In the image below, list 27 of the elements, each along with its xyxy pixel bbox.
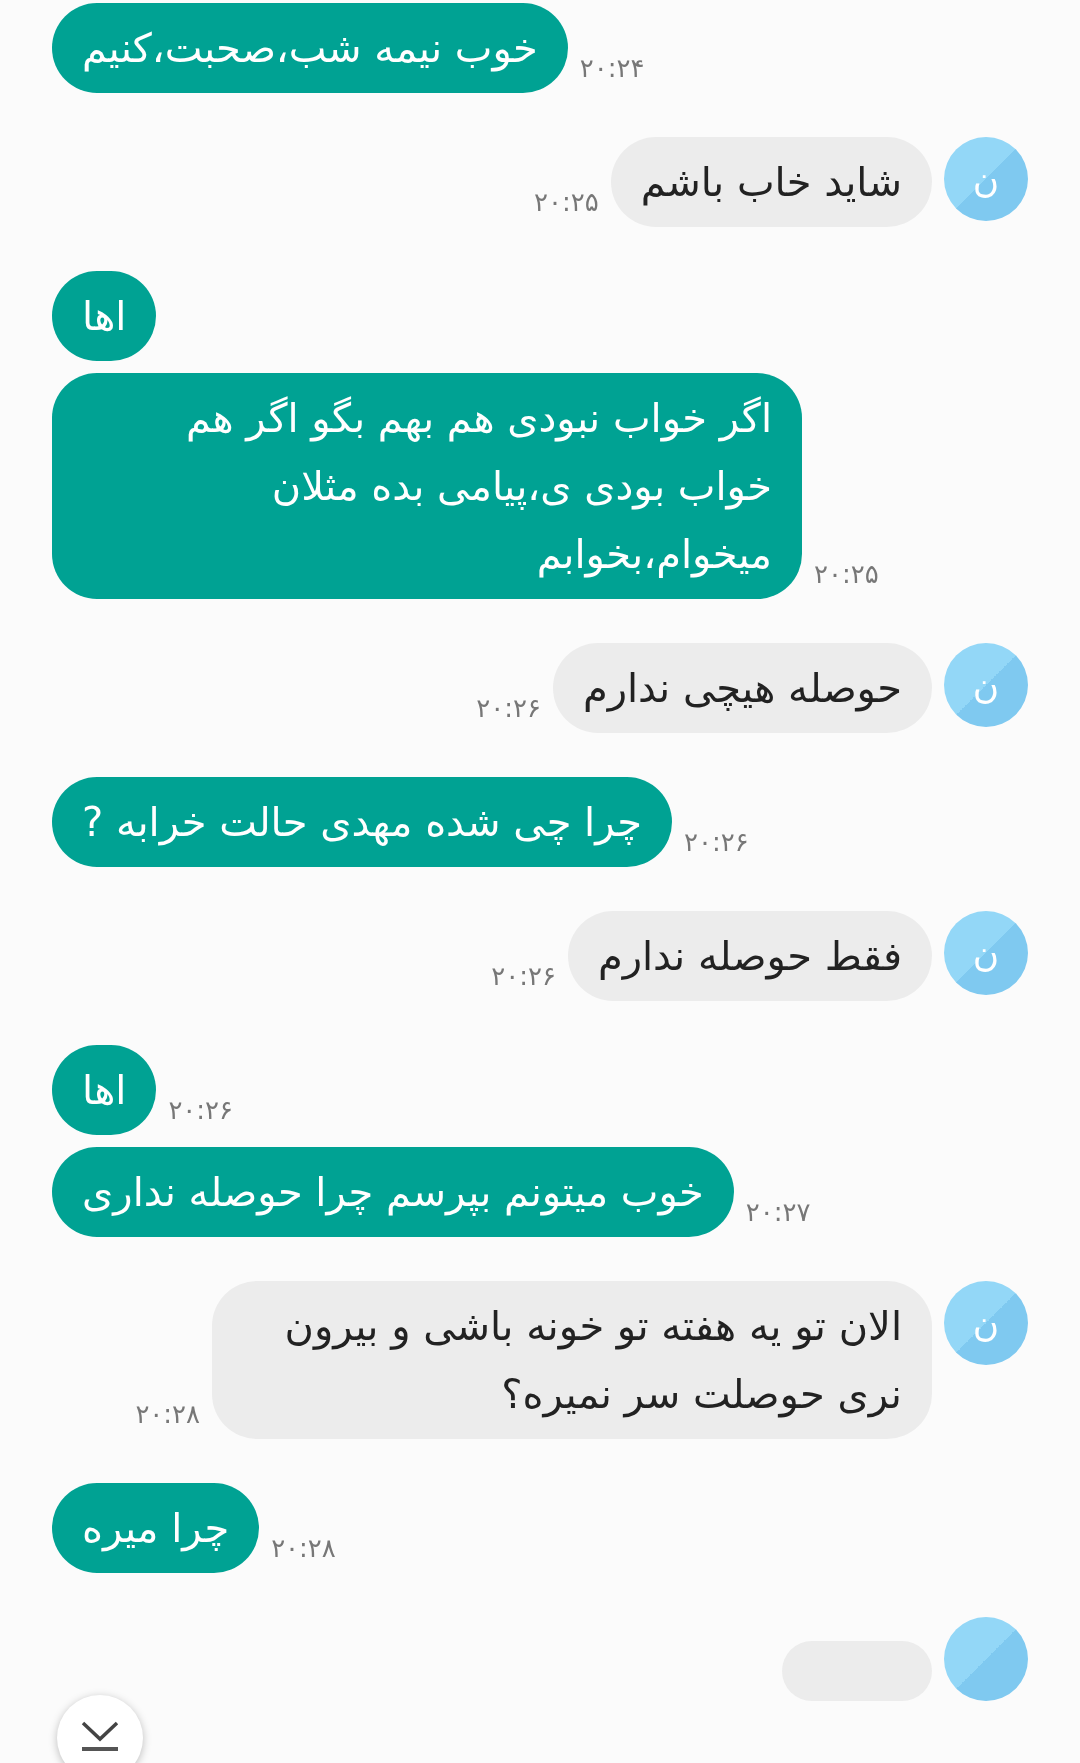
message-time: ۲۰:۲۸ [271,1533,336,1565]
message-time: ۲۰:۲۴ [579,53,645,85]
message-time: ۲۰:۲۶ [684,827,749,859]
message-bubble: خوب نیمه شب،صحبت،کنیم [52,3,568,93]
message-bubble: شاید خاب باشم [610,137,932,227]
message-time: ۲۰:۲۶ [476,693,541,725]
contact-avatar: ن [944,911,1028,995]
message-bubble: اها [52,271,157,361]
contact-avatar: ن [944,137,1028,221]
message-bubble: چرا چی شده مهدی حالت خرابه ? [52,777,672,867]
message-bubble: چرا میره [52,1483,260,1573]
message-bubble: حوصله هیچی ندارم [552,643,932,733]
message-time: ۲۰:۲۵ [534,187,599,219]
scroll-to-bottom-button[interactable] [57,1695,143,1763]
message-bubble: اها [52,1045,157,1135]
contact-avatar: ن [944,1281,1028,1365]
message-time: ۲۰:۲۶ [168,1095,234,1127]
scroll-down-icon [80,1719,120,1753]
message-bubble: خوب میتونم بپرسم چرا حوصله ندارى [52,1147,734,1237]
message-time: ۲۰:۲۸ [135,1399,200,1431]
message-time: ۲۰:۲۷ [745,1197,811,1229]
message-time: ۲۰:۲۵ [814,559,879,591]
contact-avatar: ن [944,643,1028,727]
message-bubble: الان تو یه هفته تو خونه باشی و بیرون نری حوصلت سر نمیره؟ [212,1281,932,1439]
message-time: ۲۰:۲۶ [491,961,556,993]
message-bubble: فقط حوصله ندارم [567,911,932,1001]
message-bubble: اگر خواب نبودی هم بهم بگو اگر هم خواب بودی ی،پیامی بده مثلان میخوام،بخوابم [52,373,802,599]
